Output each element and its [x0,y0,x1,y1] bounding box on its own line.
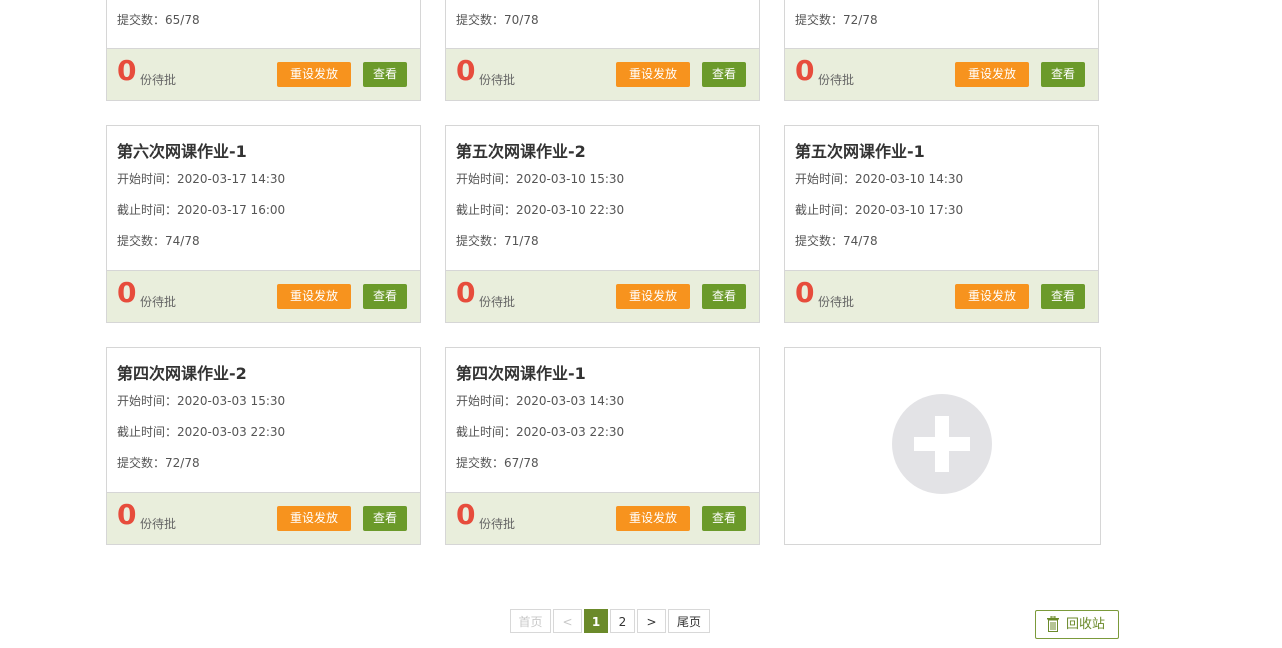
recycle-bin-label: 回收站 [1066,617,1106,632]
end-time: 截止时间：2020-03-03 22:30 [117,425,286,439]
page-2-button[interactable]: 2 [610,609,635,633]
view-button[interactable]: 查看 [702,284,746,309]
reset-distribute-button[interactable]: 重设发放 [277,506,351,531]
pending-count: 0 [456,54,476,87]
pending-label: 份待批 [140,517,177,531]
view-button[interactable]: 查看 [363,284,407,309]
view-button[interactable]: 查看 [363,506,407,531]
card-footer: 0 份待批 重设发放 查看 [785,48,1098,100]
pending-count: 0 [795,276,815,309]
trash-icon [1047,616,1059,632]
end-time: 截止时间：2020-03-17 16:00 [117,203,286,217]
last-page-button[interactable]: 尾页 [668,609,710,633]
pending-label: 份待批 [140,295,177,309]
assignment-title[interactable]: 第四次网课作业-2 [117,360,247,384]
end-time: 截止时间：2020-03-10 17:30 [795,203,964,217]
reset-distribute-button[interactable]: 重设发放 [616,62,690,87]
assignment-title[interactable]: 第六次网课作业-1 [117,138,247,162]
start-time: 开始时间：2020-03-17 14:30 [117,172,286,186]
pending-label: 份待批 [818,295,855,309]
view-button[interactable]: 查看 [702,62,746,87]
pending-label: 份待批 [818,73,855,87]
view-button[interactable]: 查看 [1041,62,1085,87]
assignment-card: 第五次网课作业-1 开始时间：2020-03-10 14:30 截止时间：202… [784,125,1099,323]
plus-icon[interactable] [892,394,992,494]
submit-count: 提交数：72/78 [117,456,200,470]
pending-count: 0 [456,498,476,531]
reset-distribute-button[interactable]: 重设发放 [955,284,1029,309]
card-footer: 0 份待批 重设发放 查看 [446,492,759,544]
start-time: 开始时间：2020-03-10 15:30 [456,172,625,186]
assignment-title[interactable]: 第五次网课作业-2 [456,138,586,162]
assignment-title[interactable]: 第四次网课作业-1 [456,360,586,384]
pending-label: 份待批 [479,517,516,531]
end-time: 截止时间：2020-03-10 22:30 [456,203,625,217]
end-time: 截止时间：2020-03-03 22:30 [456,425,625,439]
submit-count: 提交数：67/78 [456,456,539,470]
assignment-card: 提交数：65/78 0 份待批 重设发放 查看 [106,0,421,101]
reset-distribute-button[interactable]: 重设发放 [616,506,690,531]
card-footer: 0 份待批 重设发放 查看 [446,48,759,100]
submit-count: 提交数：71/78 [456,234,539,248]
pending-label: 份待批 [479,295,516,309]
view-button[interactable]: 查看 [702,506,746,531]
card-footer: 0 份待批 重设发放 查看 [107,48,420,100]
pending-label: 份待批 [479,73,516,87]
card-footer: 0 份待批 重设发放 查看 [107,492,420,544]
card-footer: 0 份待批 重设发放 查看 [107,270,420,322]
assignment-card: 提交数：72/78 0 份待批 重设发放 查看 [784,0,1099,101]
page-1-button[interactable]: 1 [584,609,608,633]
add-assignment-card[interactable] [784,347,1101,545]
pending-count: 0 [117,498,137,531]
reset-distribute-button[interactable]: 重设发放 [277,62,351,87]
reset-distribute-button[interactable]: 重设发放 [955,62,1029,87]
submit-count: 提交数：74/78 [795,234,878,248]
pending-count: 0 [117,276,137,309]
assignment-card: 第五次网课作业-2 开始时间：2020-03-10 15:30 截止时间：202… [445,125,760,323]
view-button[interactable]: 查看 [363,62,407,87]
submit-count: 提交数：70/78 [456,13,539,27]
assignment-card: 第四次网课作业-1 开始时间：2020-03-03 14:30 截止时间：202… [445,347,760,545]
recycle-bin-button[interactable]: 回收站 [1035,610,1119,639]
card-footer: 0 份待批 重设发放 查看 [785,270,1098,322]
reset-distribute-button[interactable]: 重设发放 [616,284,690,309]
pending-count: 0 [117,54,137,87]
prev-page-button[interactable]: < [553,609,582,633]
assignment-card: 第六次网课作业-1 开始时间：2020-03-17 14:30 截止时间：202… [106,125,421,323]
first-page-button[interactable]: 首页 [510,609,551,633]
pending-count: 0 [456,276,476,309]
pending-label: 份待批 [140,73,177,87]
reset-distribute-button[interactable]: 重设发放 [277,284,351,309]
start-time: 开始时间：2020-03-03 15:30 [117,394,286,408]
card-footer: 0 份待批 重设发放 查看 [446,270,759,322]
pending-count: 0 [795,54,815,87]
submit-count: 提交数：65/78 [117,13,200,27]
assignment-title[interactable]: 第五次网课作业-1 [795,138,925,162]
start-time: 开始时间：2020-03-10 14:30 [795,172,964,186]
assignment-card: 第四次网课作业-2 开始时间：2020-03-03 15:30 截止时间：202… [106,347,421,545]
next-page-button[interactable]: > [637,609,666,633]
view-button[interactable]: 查看 [1041,284,1085,309]
start-time: 开始时间：2020-03-03 14:30 [456,394,625,408]
submit-count: 提交数：72/78 [795,13,878,27]
assignment-card: 提交数：70/78 0 份待批 重设发放 查看 [445,0,760,101]
submit-count: 提交数：74/78 [117,234,200,248]
